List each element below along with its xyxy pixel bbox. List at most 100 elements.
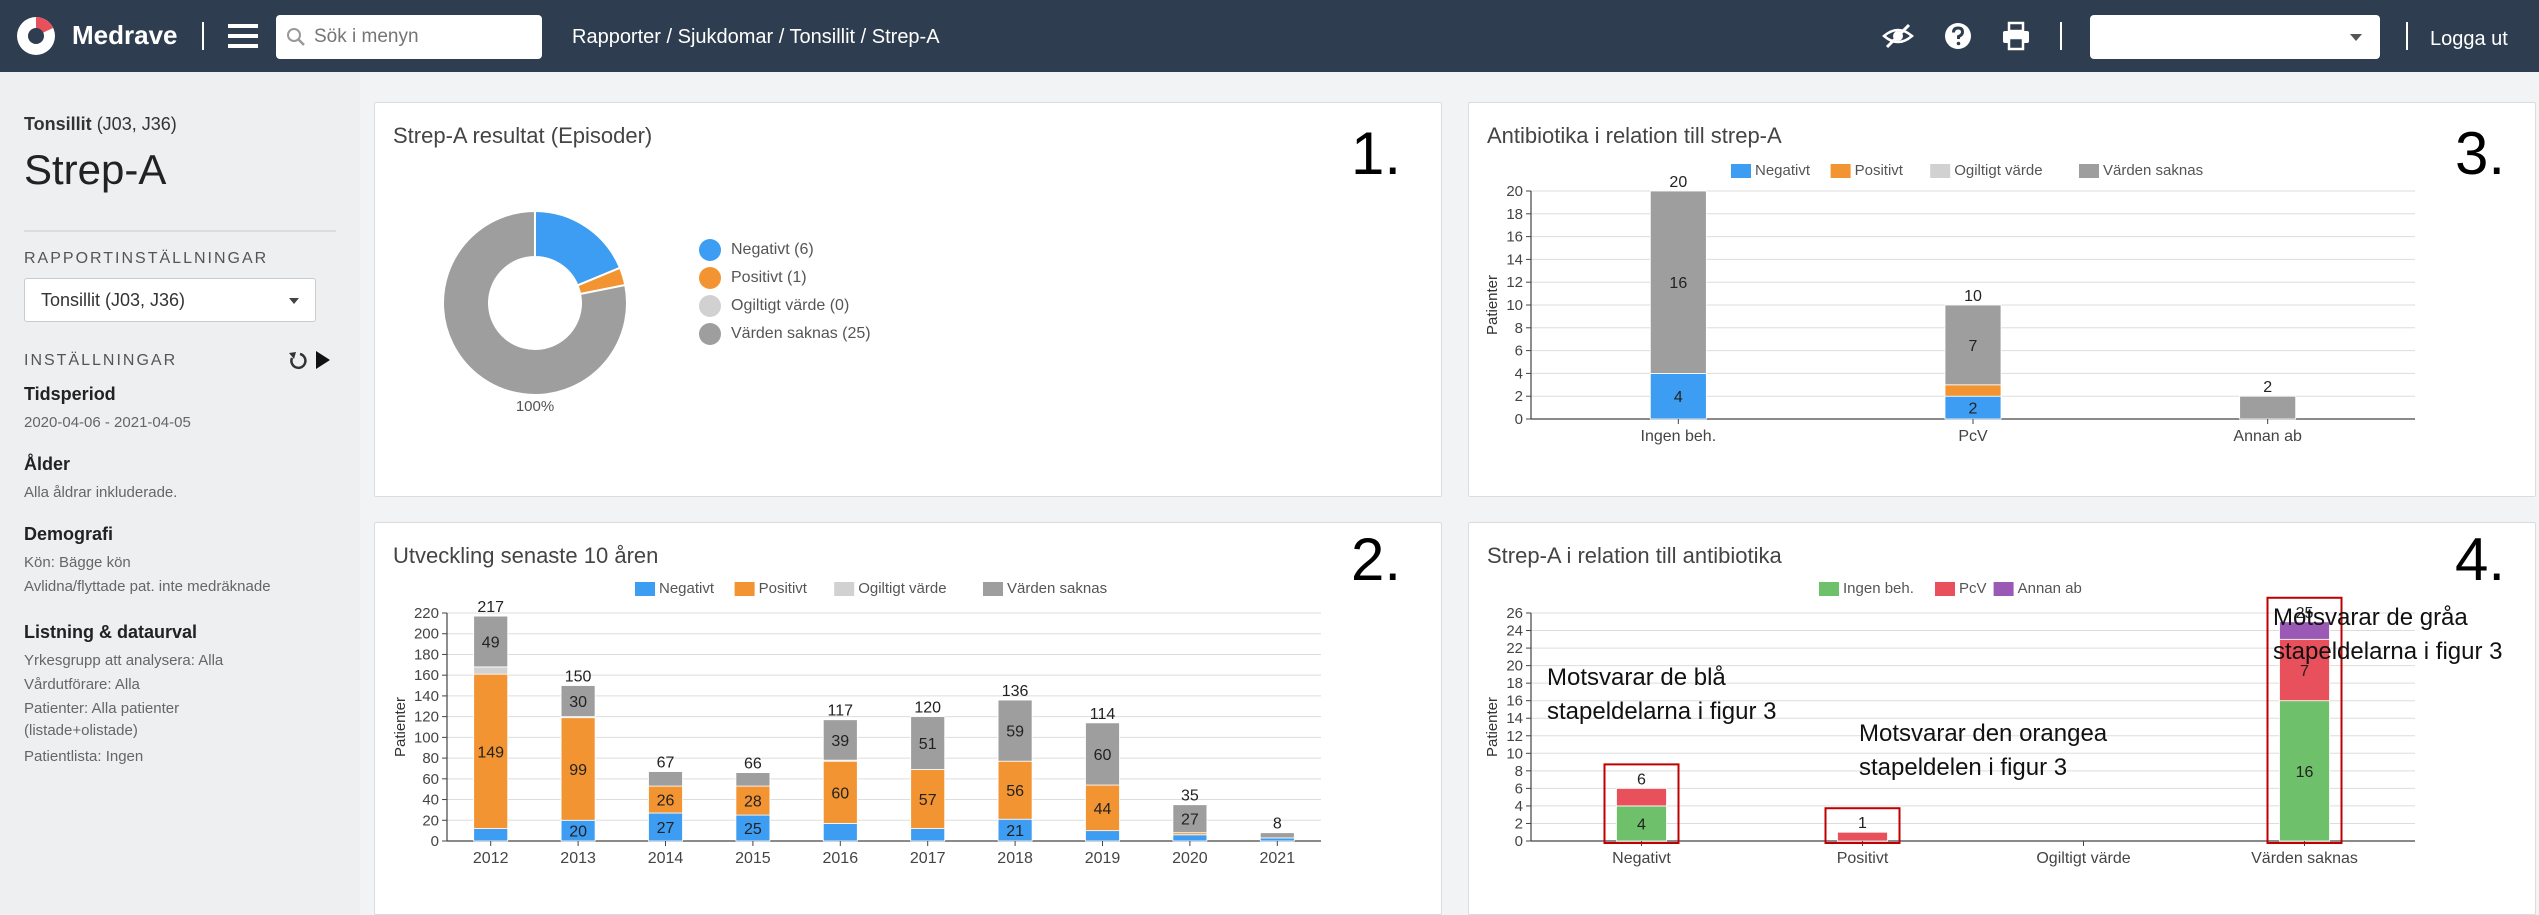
x-tick-label: PcV bbox=[1958, 428, 1988, 445]
bar-total-label: 20 bbox=[1669, 174, 1687, 191]
reset-icon[interactable] bbox=[289, 352, 307, 369]
legend-label: Värden saknas bbox=[1007, 580, 1107, 597]
bar-segment bbox=[1944, 384, 2002, 397]
donut-chart: 100% bbox=[442, 209, 628, 415]
legend-swatch bbox=[635, 582, 655, 596]
bar-segment-label: 60 bbox=[831, 785, 849, 802]
x-tick-label: Annan ab bbox=[2233, 428, 2302, 445]
y-tick-label: 18 bbox=[1506, 675, 1523, 692]
unit-select[interactable] bbox=[2090, 15, 2380, 59]
y-tick-label: 10 bbox=[1506, 745, 1523, 762]
run-icon[interactable] bbox=[316, 351, 330, 369]
legend-label: Positivt bbox=[1855, 162, 1904, 179]
bar-segment bbox=[1085, 830, 1120, 842]
legend-swatch bbox=[699, 323, 721, 345]
y-tick-label: 200 bbox=[414, 626, 439, 643]
bar-segment bbox=[1172, 834, 1208, 842]
demography-heading: Demografi bbox=[24, 524, 114, 544]
x-tick-label: 2019 bbox=[1085, 850, 1121, 867]
slice-label: 100% bbox=[516, 398, 554, 415]
bar-segment-label: 7 bbox=[1969, 338, 1978, 355]
bar-segment-label: 16 bbox=[1669, 275, 1687, 292]
logout-link[interactable]: Logga ut bbox=[2430, 28, 2508, 51]
bar-segment-label: 99 bbox=[569, 762, 587, 779]
x-tick-label: Ingen beh. bbox=[1641, 428, 1717, 445]
bar-total-label: 10 bbox=[1964, 288, 1982, 305]
breadcrumb[interactable]: Rapporter / Sjukdomar / Tonsillit / Stre… bbox=[572, 26, 940, 49]
bar-segment-label: 20 bbox=[569, 824, 587, 841]
search-icon bbox=[287, 28, 305, 46]
x-tick-label: 2018 bbox=[997, 850, 1033, 867]
legend-label: Värden saknas (25) bbox=[731, 325, 871, 342]
y-tick-label: 20 bbox=[422, 812, 439, 829]
report-settings-heading: RAPPORTINSTÄLLNINGAR bbox=[24, 250, 269, 267]
y-tick-label: 20 bbox=[1506, 183, 1523, 200]
legend-label: Ogiltigt värde (0) bbox=[731, 297, 850, 314]
legend-label: Ogiltigt värde bbox=[1954, 162, 2042, 179]
y-tick-label: 6 bbox=[1515, 780, 1523, 797]
report-select[interactable]: Tonsillit (J03, J36) bbox=[24, 278, 316, 322]
bar-segment-label: 51 bbox=[919, 736, 937, 753]
annotation-line: Motsvarar de blå bbox=[1547, 664, 1726, 691]
legend-label: Negativt (6) bbox=[731, 241, 814, 258]
annotation-orange-part: Motsvarar den orangea stapeldelen i figu… bbox=[1859, 717, 2107, 785]
period-heading: Tidsperiod bbox=[24, 384, 116, 404]
bar-total-label: 120 bbox=[914, 700, 941, 717]
search-input[interactable] bbox=[314, 25, 534, 49]
bar-segment-label: 56 bbox=[1006, 783, 1024, 800]
legend-label: Negativt bbox=[1755, 162, 1811, 179]
legend-swatch bbox=[1930, 164, 1951, 178]
y-tick-label: 20 bbox=[1506, 658, 1523, 675]
hide-eye-icon[interactable] bbox=[1882, 20, 1914, 52]
bar-segment-label: 2 bbox=[1969, 401, 1978, 418]
brand-name[interactable]: Medrave bbox=[72, 20, 178, 51]
bar-segment-label: 60 bbox=[1094, 747, 1112, 764]
listing-provider: Vårdutförare: Alla bbox=[24, 676, 140, 693]
bar-segment-label: 16 bbox=[2296, 764, 2314, 781]
y-tick-label: 8 bbox=[1515, 763, 1523, 780]
diagnosis-name: Tonsillit bbox=[24, 114, 92, 134]
legend-swatch bbox=[834, 582, 855, 596]
menu-icon[interactable] bbox=[228, 24, 258, 48]
bar-segment bbox=[1837, 831, 1888, 842]
y-tick-label: 160 bbox=[414, 667, 439, 684]
bar-segment-label: 4 bbox=[1674, 389, 1683, 406]
bar-segment-label: 4 bbox=[1637, 816, 1646, 833]
bar-segment bbox=[473, 666, 509, 675]
legend-swatch bbox=[699, 295, 721, 317]
x-tick-label: 2015 bbox=[735, 850, 771, 867]
diagnosis-codes: (J03, J36) bbox=[96, 114, 177, 134]
bar-segment bbox=[822, 822, 858, 842]
bar-total-label: 6 bbox=[1637, 771, 1646, 788]
bar-total-label: 217 bbox=[477, 599, 504, 616]
help-icon[interactable] bbox=[1942, 20, 1974, 52]
legend-label: Positivt (1) bbox=[731, 269, 807, 286]
x-tick-label: 2014 bbox=[648, 850, 684, 867]
y-tick-label: 2 bbox=[1515, 388, 1523, 405]
medrave-logo-icon[interactable] bbox=[16, 16, 56, 56]
legend-label: Negativt bbox=[659, 580, 715, 597]
diagnosis-label: Tonsillit (J03, J36) bbox=[24, 114, 177, 135]
bar-total-label: 117 bbox=[828, 703, 854, 720]
y-tick-label: 10 bbox=[1506, 297, 1523, 314]
legend-label: Ogiltigt värde bbox=[858, 580, 946, 597]
y-axis-label: Patienter bbox=[392, 697, 409, 757]
print-icon[interactable] bbox=[2000, 20, 2032, 52]
y-tick-label: 12 bbox=[1506, 274, 1523, 291]
legend-swatch bbox=[1935, 582, 1955, 596]
y-tick-label: 80 bbox=[422, 750, 439, 767]
legend-label: Positivt bbox=[759, 580, 808, 597]
x-tick-label: Positivt bbox=[1837, 850, 1889, 867]
y-tick-label: 0 bbox=[431, 833, 439, 850]
menu-search[interactable] bbox=[276, 15, 542, 59]
bar-total-label: 136 bbox=[1002, 683, 1029, 700]
legend-swatch bbox=[734, 582, 755, 596]
y-tick-label: 22 bbox=[1506, 640, 1523, 657]
bar-segment bbox=[1259, 837, 1295, 842]
y-tick-label: 220 bbox=[414, 605, 439, 622]
bar-segment-label: 25 bbox=[744, 821, 762, 838]
legend-label: Ingen beh. bbox=[1843, 580, 1914, 597]
chart-card-strep-vs-antibiotics: Strep-A i relation till antibiotika 4. I… bbox=[1468, 522, 2536, 915]
y-tick-label: 6 bbox=[1515, 343, 1523, 360]
bar-segment bbox=[1616, 787, 1667, 807]
